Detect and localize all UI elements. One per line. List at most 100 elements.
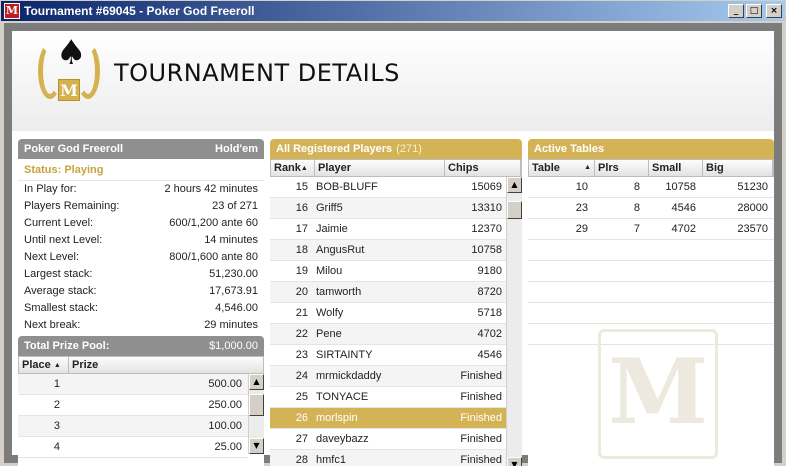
table-row[interactable]: 29 7 4702 23570 <box>528 219 774 240</box>
player-row[interactable]: 28 hmfc1 Finished <box>270 450 506 466</box>
column-plrs[interactable]: Plrs <box>595 160 649 176</box>
logo-watermark: M <box>598 329 718 459</box>
prize-amount: 500.00 <box>208 378 242 390</box>
player-row[interactable]: 26 morlspin Finished <box>270 408 506 429</box>
info-row: In Play for: 2 hours 42 minutes <box>18 181 264 198</box>
column-rank[interactable]: Rank▲ <box>271 160 315 176</box>
players-scrollbar[interactable]: ▲ ▼ <box>506 177 522 466</box>
player-rank: 27 <box>295 433 308 445</box>
prize-row[interactable]: 2 250.00 <box>18 395 248 416</box>
table-players: 7 <box>633 223 640 235</box>
player-chips: 15069 <box>471 181 502 193</box>
player-row[interactable]: 18 AngusRut 10758 <box>270 240 506 261</box>
player-chips: Finished <box>460 412 502 424</box>
player-name: TONYACE <box>316 391 369 403</box>
player-rank: 17 <box>295 223 308 235</box>
player-name: hmfc1 <box>316 454 346 466</box>
maximize-button[interactable]: □ <box>746 4 762 18</box>
player-rows: 15 BOB-BLUFF 15069 16 Griff5 13310 17 Jaimie 123… <box>270 177 506 466</box>
player-row[interactable]: 27 daveybazz Finished <box>270 429 506 450</box>
prize-pool-value: $1,000.00 <box>209 340 258 352</box>
info-label: Next Level: <box>24 251 80 263</box>
player-rank: 24 <box>295 370 308 382</box>
player-rank: 19 <box>295 265 308 277</box>
scroll-up-icon[interactable]: ▲ <box>507 177 522 193</box>
sort-asc-icon: ▲ <box>53 362 61 369</box>
sort-asc-icon: ▲ <box>584 164 591 171</box>
table-row[interactable]: 23 8 4546 28000 <box>528 198 774 219</box>
player-row[interactable]: 20 tamworth 8720 <box>270 282 506 303</box>
table-rows: 10 8 10758 51230 23 8 4546 28000 29 7 4702 23570 <box>528 177 774 345</box>
column-player[interactable]: Player <box>315 160 445 176</box>
player-rank: 18 <box>295 244 308 256</box>
prize-row[interactable]: 3 100.00 <box>18 416 248 437</box>
player-chips: 12370 <box>471 223 502 235</box>
prize-place: 4 <box>53 441 60 453</box>
prize-row[interactable]: 1 500.00 <box>18 374 248 395</box>
player-name: morlspin <box>316 412 358 424</box>
column-chips[interactable]: Chips <box>445 160 521 176</box>
page-title: TOURNAMENT DETAILS <box>114 59 400 87</box>
tables-column-headers: Table ▲ Plrs Small Big <box>528 159 774 177</box>
info-row: Next break: 29 minutes <box>18 317 264 334</box>
player-chips: 4702 <box>477 328 502 340</box>
player-row[interactable]: 17 Jaimie 12370 <box>270 219 506 240</box>
table-big-blind: 51230 <box>737 181 768 193</box>
players-column-headers: Rank▲ Player Chips <box>270 159 522 177</box>
player-row[interactable]: 16 Griff5 13310 <box>270 198 506 219</box>
column-table[interactable]: Table ▲ <box>529 160 595 176</box>
close-button[interactable]: × <box>766 4 782 18</box>
player-name: tamworth <box>316 286 362 298</box>
prize-row[interactable]: 4 25.00 <box>18 437 248 458</box>
player-row[interactable]: 19 Milou 9180 <box>270 261 506 282</box>
scroll-down-icon[interactable]: ▼ <box>507 457 522 466</box>
table-players: 8 <box>633 202 640 214</box>
player-row[interactable]: 21 Wolfy 5718 <box>270 303 506 324</box>
empty-row <box>528 240 774 261</box>
info-value: 2 hours 42 minutes <box>164 183 258 195</box>
player-name: AngusRut <box>316 244 365 256</box>
info-label: Current Level: <box>24 217 94 229</box>
column-prize[interactable]: Prize <box>69 357 263 373</box>
scroll-down-icon[interactable]: ▼ <box>249 438 264 454</box>
player-row[interactable]: 25 TONYACE Finished <box>270 387 506 408</box>
table-row[interactable]: 10 8 10758 51230 <box>528 177 774 198</box>
prize-place: 3 <box>53 420 60 432</box>
scroll-thumb[interactable] <box>507 201 522 219</box>
info-list: In Play for: 2 hours 42 minutes Players Re… <box>18 181 264 334</box>
player-row[interactable]: 24 mrmickdaddy Finished <box>270 366 506 387</box>
info-value: 800/1,600 ante 80 <box>169 251 258 263</box>
table-small-blind: 4702 <box>671 223 696 235</box>
scroll-up-icon[interactable]: ▲ <box>249 374 264 390</box>
tournament-info-panel: Poker God Freeroll Hold'em Status: Playi… <box>18 139 264 466</box>
player-row[interactable]: 23 SIRTAINTY 4546 <box>270 345 506 366</box>
player-chips: 9180 <box>477 265 502 277</box>
prize-scrollbar[interactable]: ▲ ▼ <box>248 374 264 454</box>
player-chips: 10758 <box>471 244 502 256</box>
info-value: 4,546.00 <box>215 302 258 314</box>
player-row[interactable]: 15 BOB-BLUFF 15069 <box>270 177 506 198</box>
info-label: In Play for: <box>24 183 77 195</box>
status-text: Status: Playing <box>18 159 264 181</box>
table-big-blind: 28000 <box>737 202 768 214</box>
scroll-thumb[interactable] <box>249 394 264 416</box>
minimize-button[interactable]: _ <box>728 4 744 18</box>
player-row[interactable]: 22 Pene 4702 <box>270 324 506 345</box>
info-value: 29 minutes <box>204 319 258 331</box>
info-row: Largest stack: 51,230.00 <box>18 266 264 283</box>
column-small[interactable]: Small <box>649 160 703 176</box>
table-number: 29 <box>575 223 588 235</box>
player-chips: Finished <box>460 454 502 466</box>
table-number: 23 <box>575 202 588 214</box>
info-row: Average stack: 17,673.91 <box>18 283 264 300</box>
prize-table: Place ▲ Prize 1 500.00 2 250.00 3 100.00 4 25.0… <box>18 356 264 458</box>
player-name: Griff5 <box>316 202 343 214</box>
column-big[interactable]: Big <box>703 160 773 176</box>
player-rank: 20 <box>295 286 308 298</box>
player-name: Jaimie <box>316 223 348 235</box>
players-title: All Registered Players <box>276 143 393 155</box>
player-rank: 21 <box>295 307 308 319</box>
player-name: Pene <box>316 328 342 340</box>
column-place[interactable]: Place ▲ <box>19 357 69 373</box>
table-small-blind: 4546 <box>671 202 696 214</box>
